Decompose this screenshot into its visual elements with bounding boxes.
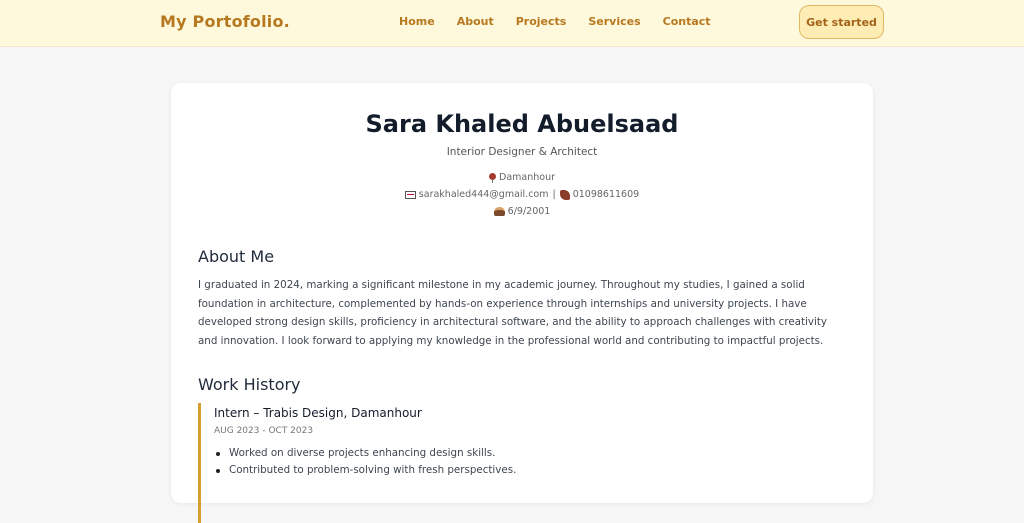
nav-link-home[interactable]: Home — [399, 15, 435, 28]
location-text: Damanhour — [499, 172, 555, 183]
contact-separator: | — [552, 189, 556, 200]
contact-info-line: sarakhaled444@gmail.com | 01098611609 — [171, 189, 873, 200]
top-navbar: My Portofolio. Home About Projects Servi… — [0, 0, 1024, 47]
profile-name: Sara Khaled Abuelsaad — [365, 110, 679, 138]
nav-link-about[interactable]: About — [457, 15, 494, 28]
job-entry: Intern – Trabis Design, Damanhour AUG 20… — [198, 403, 838, 523]
nav-link-projects[interactable]: Projects — [516, 15, 567, 28]
nav-links: Home About Projects Services Contact — [399, 15, 711, 28]
get-started-button[interactable]: Get started — [799, 5, 884, 39]
about-text: I graduated in 2024, marking a significa… — [198, 279, 827, 347]
birthday-cake-icon — [493, 207, 505, 216]
email-text[interactable]: sarakhaled444@gmail.com — [419, 189, 549, 200]
profile-title: Interior Designer & Architect — [446, 146, 598, 158]
phone-icon — [559, 189, 570, 200]
job-title: Intern – Trabis Design, Damanhour — [214, 406, 422, 420]
birthdate-line: 6/9/2001 — [171, 206, 873, 217]
profile-card: Sara Khaled Abuelsaad Interior Designer … — [171, 83, 873, 523]
about-heading: About Me — [198, 247, 275, 266]
job-bullet: Contributed to problem-solving with fres… — [214, 462, 516, 479]
job-date: AUG 2023 - OCT 2023 — [214, 426, 314, 436]
pin-icon — [489, 172, 496, 183]
location-line: Damanhour — [171, 172, 873, 183]
envelope-icon — [404, 190, 416, 199]
brand-logo[interactable]: My Portofolio. — [160, 12, 290, 31]
job-bullets: Worked on diverse projects enhancing des… — [214, 445, 516, 479]
nav-link-contact[interactable]: Contact — [663, 15, 711, 28]
job-bullet: Worked on diverse projects enhancing des… — [214, 445, 516, 462]
nav-link-services[interactable]: Services — [588, 15, 640, 28]
phone-text[interactable]: 01098611609 — [573, 189, 640, 200]
birthdate-text: 6/9/2001 — [507, 206, 551, 217]
work-history-heading: Work History — [198, 375, 301, 394]
